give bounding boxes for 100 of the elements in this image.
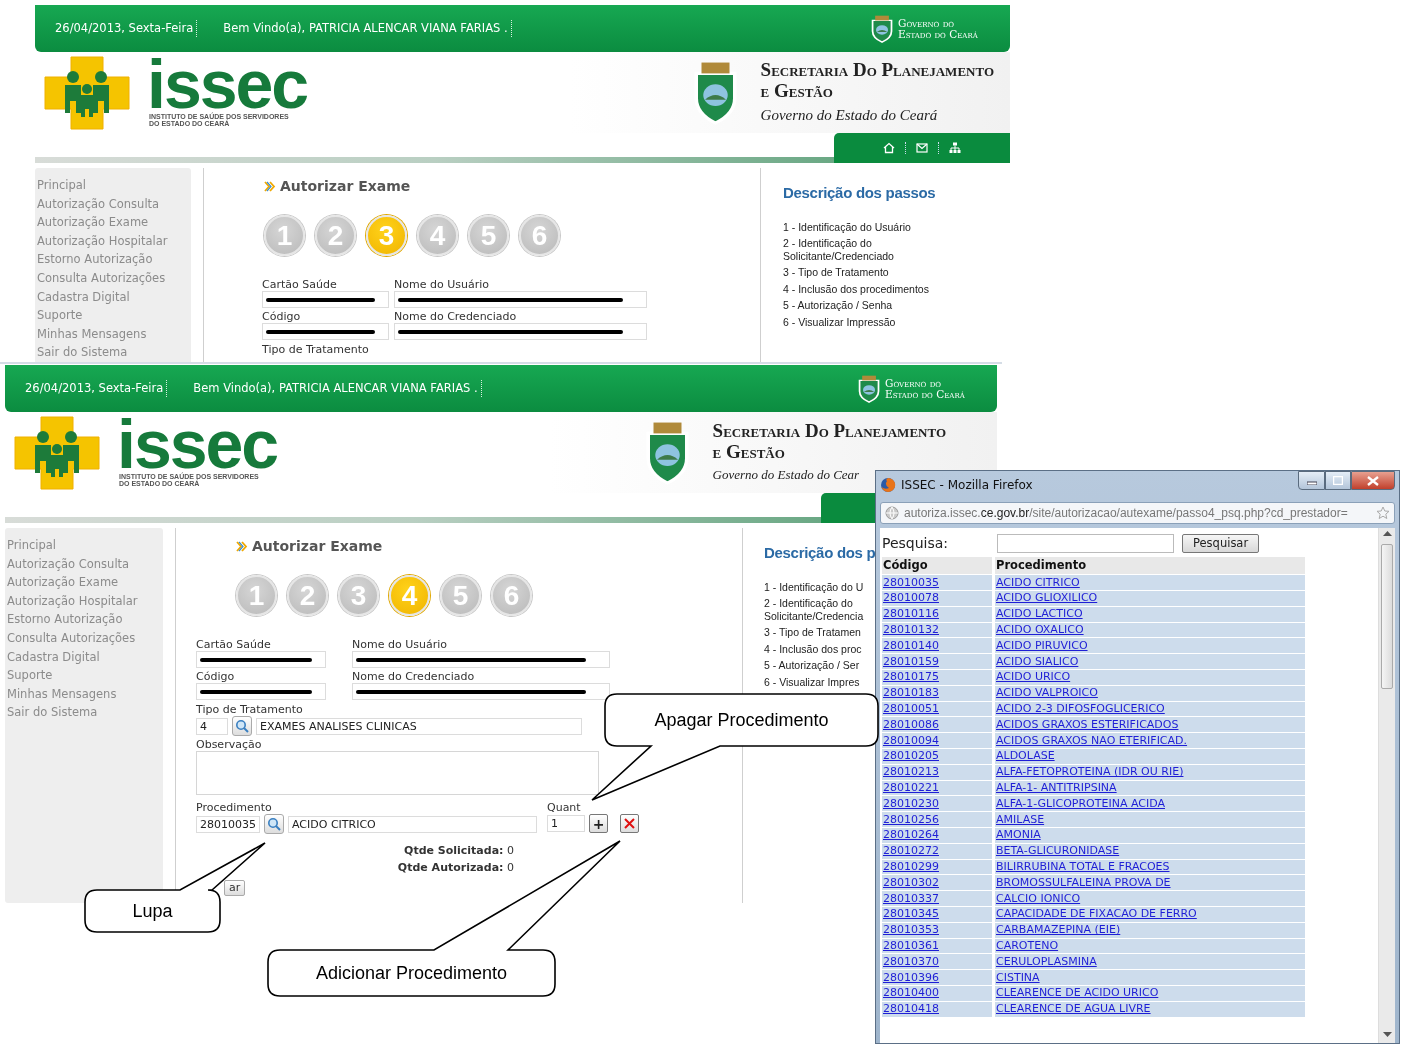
crest-icon [857, 374, 881, 403]
procedure-link[interactable]: ACIDO URICO [996, 670, 1071, 684]
government-subtitle: Governo do Estado do Cear [712, 466, 860, 485]
text-field[interactable]: 4 [196, 717, 228, 735]
code-link[interactable]: 28010140 [883, 638, 939, 652]
procedure-link[interactable]: ACIDO 2-3 DIFOSFOGLICERICO [996, 702, 1165, 715]
search-field[interactable] [997, 533, 1174, 553]
code-link[interactable]: 28010302 [883, 875, 939, 889]
text-field[interactable] [262, 323, 389, 340]
text-field[interactable]: 1 [547, 815, 585, 832]
procedure-link[interactable]: AMILASE [996, 812, 1045, 826]
procedure-link[interactable]: ACIDO CITRICO [996, 575, 1080, 589]
procedure-link[interactable]: ACIDO SIALICO [996, 654, 1079, 668]
sitemap-icon[interactable] [949, 142, 961, 154]
code-link[interactable]: 28010272 [883, 844, 939, 858]
text-field[interactable]: EXAMES ANALISES CLINICAS [256, 717, 582, 735]
text-field[interactable] [196, 683, 326, 700]
maximize-button[interactable] [1325, 471, 1351, 490]
code-link[interactable]: 28010205 [883, 749, 939, 763]
code-link[interactable]: 28010159 [883, 654, 939, 668]
code-link[interactable]: 28010078 [883, 591, 939, 605]
code-link[interactable]: 28010183 [883, 686, 939, 700]
code-link[interactable]: 28010213 [883, 765, 939, 779]
procedure-link[interactable]: BETA-GLICURONIDASE [996, 844, 1120, 858]
procedure-link[interactable]: CAROTENO [996, 938, 1059, 952]
text-field[interactable] [394, 291, 647, 308]
procedure-link[interactable]: CISTINA [996, 970, 1040, 984]
lookup-button[interactable] [264, 814, 284, 834]
procedure-link[interactable]: CERULOPLASMINA [996, 954, 1097, 968]
procedure-link[interactable]: ALFA-1-GLICOPROTEINA ACIDA [996, 796, 1165, 810]
code-link[interactable]: 28010094 [883, 733, 939, 747]
code-link[interactable]: 28010221 [883, 781, 939, 794]
procedure-link[interactable]: ACIDOS GRAXOS ESTERIFICADOS [996, 717, 1179, 731]
step-description: 3 - Tipo de Tratamento [783, 266, 890, 279]
code-link[interactable]: 28010361 [883, 938, 939, 952]
field-label: Procedimento [196, 801, 273, 814]
envelope-icon[interactable] [916, 142, 928, 154]
callout-label: Adicionar Procedimento [315, 963, 508, 983]
code-link[interactable]: 28010230 [883, 796, 939, 810]
code-link[interactable]: 28010175 [883, 670, 939, 684]
code-link[interactable]: 28010353 [883, 923, 939, 937]
scrollbar-thumb[interactable] [1381, 544, 1393, 689]
text-field[interactable] [352, 651, 610, 668]
step-description: 6 - Visualizar Impres [764, 675, 861, 688]
scroll-up-icon[interactable] [1382, 531, 1392, 536]
procedure-link[interactable]: ALFA-1- ANTITRIPSINA [996, 781, 1117, 794]
code-link[interactable]: 28010396 [883, 970, 939, 984]
form-button[interactable]: ar [224, 880, 246, 896]
procedure-link[interactable]: ACIDO OXALICO [996, 623, 1084, 637]
code-link[interactable]: 28010418 [883, 1002, 939, 1016]
code-link[interactable]: 28010132 [883, 623, 939, 637]
procedure-link[interactable]: BROMOSSULFALEINA PROVA DE [996, 875, 1171, 889]
step-circle: 1 [236, 575, 277, 616]
code-link[interactable]: 28010086 [883, 717, 939, 731]
search-button[interactable]: Pesquisar [1182, 533, 1260, 553]
procedure-link[interactable]: ACIDO GLIOXILICO [996, 591, 1098, 605]
code-link[interactable]: 28010400 [883, 986, 939, 1000]
field-label: Nome do Usuário [394, 278, 490, 291]
text-field[interactable] [394, 323, 647, 340]
code-link[interactable]: 28010256 [883, 812, 939, 826]
minimize-button[interactable] [1298, 471, 1325, 490]
procedure-link[interactable]: ACIDO LACTICO [996, 607, 1083, 621]
procedure-link[interactable]: ALDOLASE [996, 749, 1055, 763]
close-button[interactable] [1351, 471, 1395, 490]
procedure-link[interactable]: CLEARENCE DE ACIDO URICO [996, 986, 1159, 1000]
code-link[interactable]: 28010264 [883, 828, 939, 842]
scrollbar[interactable] [1378, 528, 1395, 1043]
text-field[interactable] [352, 683, 610, 700]
code-link[interactable]: 28010299 [883, 860, 939, 873]
code-link[interactable]: 28010035 [883, 575, 939, 589]
bookmark-star-icon[interactable] [1376, 505, 1390, 520]
home-icon[interactable] [883, 142, 895, 154]
code-link[interactable]: 28010345 [883, 907, 939, 921]
field-label: Observação [196, 738, 263, 751]
text-field[interactable]: 28010035 [196, 815, 260, 833]
address-field[interactable]: autoriza.issec.ce.gov.br/site/autorizacao/autexame/passo4_psq.php?cd_prestador= [880, 501, 1395, 524]
delete-button[interactable] [620, 814, 639, 833]
field-label: Nome do Credenciado [394, 310, 518, 323]
code-link[interactable]: 28010051 [883, 702, 939, 715]
scroll-down-icon[interactable] [1382, 1032, 1392, 1037]
procedure-link[interactable]: CLEARENCE DE AGUA LIVRE [996, 1002, 1151, 1016]
procedure-link[interactable]: CARBAMAZEPINA (EIE) [996, 923, 1121, 937]
text-field[interactable] [196, 651, 326, 668]
procedure-link[interactable]: ACIDOS GRAXOS NAO ETERIFICAD. [996, 733, 1188, 747]
field-label: Quant [547, 801, 582, 814]
procedure-link[interactable]: BILIRRUBINA TOTAL E FRACOES [996, 860, 1170, 873]
code-link[interactable]: 28010370 [883, 954, 939, 968]
add-button[interactable]: + [589, 814, 608, 833]
procedure-link[interactable]: ACIDO VALPROICO [996, 686, 1098, 700]
code-link[interactable]: 28010337 [883, 891, 939, 905]
procedure-link[interactable]: AMONIA [996, 828, 1041, 842]
text-field[interactable] [262, 291, 389, 308]
quantity-text: Qtde Autorizada: 0 [396, 860, 514, 876]
procedure-link[interactable]: ALFA-FETOPROTEINA (IDR OU RIE) [996, 765, 1184, 779]
lookup-button[interactable] [232, 716, 252, 736]
procedure-link[interactable]: CAPACIDADE DE FIXACAO DE FERRO [996, 907, 1197, 921]
procedure-link[interactable]: CALCIO IONICO [996, 891, 1081, 905]
text-field[interactable]: ACIDO CITRICO [288, 815, 537, 833]
code-link[interactable]: 28010116 [883, 607, 939, 621]
procedure-link[interactable]: ACIDO PIRUVICO [996, 638, 1088, 652]
